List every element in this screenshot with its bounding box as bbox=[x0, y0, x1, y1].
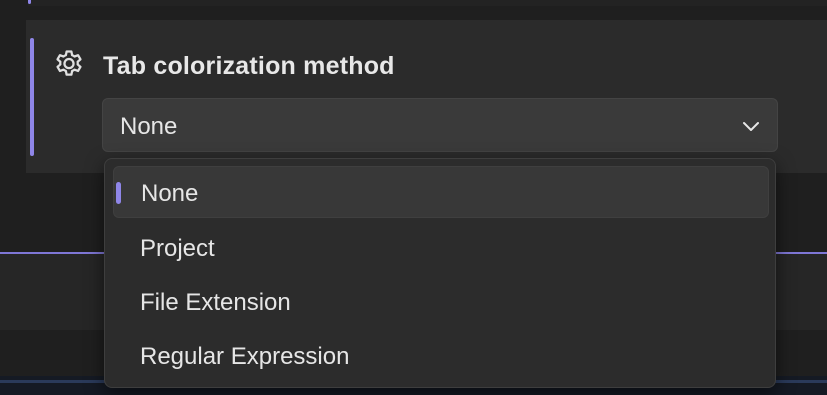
previous-card-accent bbox=[28, 0, 31, 4]
option-label: File Extension bbox=[140, 289, 291, 316]
colorization-method-combobox[interactable]: None bbox=[102, 98, 778, 152]
setting-title: Tab colorization method bbox=[103, 52, 395, 80]
selection-indicator bbox=[116, 182, 121, 204]
dropdown-option-regular-expression[interactable]: Regular Expression bbox=[113, 330, 769, 382]
previous-setting-card bbox=[28, 0, 827, 6]
option-label: None bbox=[141, 180, 199, 207]
dropdown-menu: None Project File Extension Regular Expr… bbox=[104, 158, 776, 388]
gear-icon bbox=[56, 50, 82, 76]
combobox-selected-value: None bbox=[120, 113, 178, 140]
chevron-down-icon bbox=[743, 122, 759, 131]
dropdown-option-file-extension[interactable]: File Extension bbox=[113, 276, 769, 328]
dropdown-option-none[interactable]: None bbox=[113, 166, 769, 218]
settings-page: Tab colorization method None None Projec… bbox=[0, 0, 827, 395]
dropdown-option-project[interactable]: Project bbox=[113, 222, 769, 274]
option-label: Project bbox=[140, 235, 215, 262]
setting-card-accent bbox=[30, 38, 34, 156]
option-label: Regular Expression bbox=[140, 343, 350, 370]
